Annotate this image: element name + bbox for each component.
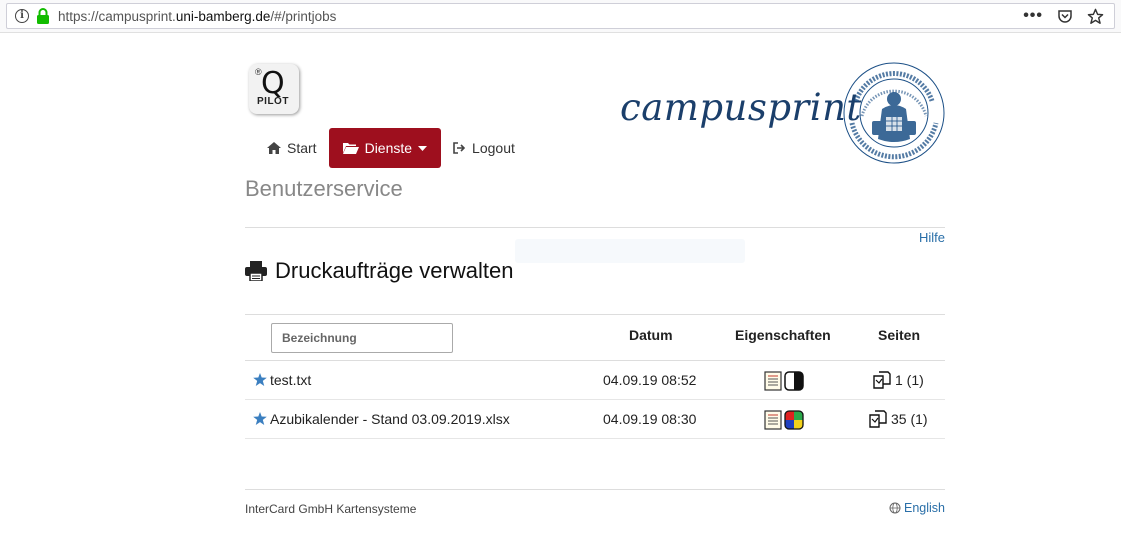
divider bbox=[245, 227, 945, 228]
name-filter-input[interactable] bbox=[271, 323, 453, 353]
table-row[interactable]: test.txt 04.09.19 08:52 1 (1) bbox=[245, 361, 945, 400]
caret-down-icon bbox=[418, 145, 428, 151]
printjobs-table: Datum Eigenschaften Seiten test.txt 04.0… bbox=[245, 314, 945, 439]
lock-icon bbox=[37, 8, 49, 24]
pocket-icon[interactable] bbox=[1057, 8, 1073, 24]
language-switch-label: English bbox=[904, 501, 945, 515]
logout-icon bbox=[453, 142, 466, 154]
copies-icon bbox=[873, 371, 891, 389]
job-name: Azubikalender - Stand 03.09.2019.xlsx bbox=[270, 411, 510, 427]
brand-title: campusprint bbox=[620, 86, 862, 129]
url-text[interactable]: https://campusprint.uni-bamberg.de/#/pri… bbox=[58, 9, 336, 24]
language-globe-icon bbox=[889, 502, 901, 514]
job-date: 04.09.19 08:52 bbox=[603, 372, 697, 388]
page-heading: Druckaufträge verwalten bbox=[245, 258, 513, 284]
main-nav: Start Dienste Logout bbox=[255, 128, 527, 168]
job-pages-count: 35 (1) bbox=[891, 411, 928, 427]
blackwhite-icon bbox=[784, 371, 804, 391]
info-icon[interactable]: i bbox=[15, 9, 29, 23]
footer-company: InterCard GmbH Kartensysteme bbox=[245, 502, 417, 516]
table-header: Datum Eigenschaften Seiten bbox=[245, 314, 945, 361]
nav-services-dropdown[interactable]: Dienste bbox=[328, 128, 442, 168]
col-properties: Eigenschaften bbox=[735, 327, 831, 343]
help-link[interactable]: Hilfe bbox=[919, 230, 945, 245]
home-icon bbox=[267, 142, 281, 154]
footer-divider bbox=[245, 489, 945, 490]
university-seal-icon bbox=[843, 62, 945, 164]
browser-toolbar: i https://campusprint.uni-bamberg.de/#/p… bbox=[0, 0, 1121, 33]
nav-start-label: Start bbox=[287, 140, 317, 156]
bookmark-star-icon[interactable] bbox=[1087, 8, 1104, 25]
simplex-page-icon bbox=[764, 410, 782, 430]
printer-icon bbox=[245, 261, 267, 281]
job-properties bbox=[764, 371, 804, 391]
job-pages: 1 (1) bbox=[873, 371, 924, 389]
job-name: test.txt bbox=[270, 372, 312, 388]
job-pages: 35 (1) bbox=[869, 410, 928, 428]
star-icon[interactable] bbox=[253, 373, 267, 386]
more-actions-icon[interactable]: ••• bbox=[1023, 7, 1043, 25]
nav-start[interactable]: Start bbox=[255, 128, 329, 168]
table-row[interactable]: Azubikalender - Stand 03.09.2019.xlsx 04… bbox=[245, 400, 945, 439]
color-icon bbox=[784, 410, 804, 430]
section-title: Benutzerservice bbox=[245, 176, 403, 201]
nav-logout[interactable]: Logout bbox=[441, 128, 527, 168]
simplex-page-icon bbox=[764, 371, 782, 391]
nav-services-label: Dienste bbox=[364, 140, 413, 156]
star-icon[interactable] bbox=[253, 412, 267, 425]
nav-logout-label: Logout bbox=[472, 140, 515, 156]
job-properties bbox=[764, 410, 804, 430]
page-heading-text: Druckaufträge verwalten bbox=[275, 258, 514, 283]
address-bar[interactable]: i https://campusprint.uni-bamberg.de/#/p… bbox=[6, 3, 1115, 29]
faded-notification bbox=[515, 239, 745, 263]
qpilot-logo: ® Q PILOT bbox=[249, 64, 299, 114]
language-switch[interactable]: English bbox=[889, 501, 945, 515]
col-pages[interactable]: Seiten bbox=[878, 327, 920, 343]
job-date: 04.09.19 08:30 bbox=[603, 411, 697, 427]
job-pages-count: 1 (1) bbox=[895, 372, 924, 388]
col-date[interactable]: Datum bbox=[629, 327, 673, 343]
copies-icon bbox=[869, 410, 887, 428]
folder-open-icon bbox=[342, 143, 359, 154]
